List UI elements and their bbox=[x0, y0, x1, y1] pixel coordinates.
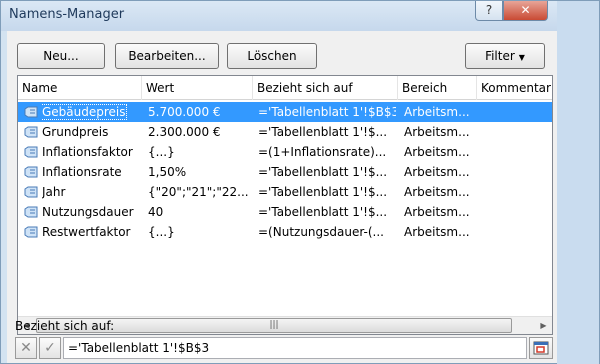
filter-label: Filter bbox=[485, 49, 515, 63]
cell-value: {...} bbox=[148, 145, 175, 159]
scroll-right-icon[interactable]: ▶ bbox=[535, 317, 552, 334]
name-tag-icon bbox=[24, 126, 38, 138]
edit-button[interactable]: Bearbeiten... bbox=[115, 43, 219, 69]
cell-name: Inflationsfaktor bbox=[42, 145, 133, 159]
list-header: Name Wert Bezieht sich auf Bereich Komme… bbox=[18, 76, 552, 100]
name-tag-icon bbox=[24, 206, 38, 218]
cell-name: Grundpreis bbox=[42, 125, 109, 139]
list-rows: Gebäudepreis 5.700.000 € ='Tabellenblatt 1… bbox=[18, 102, 552, 242]
column-header-scope[interactable]: Bereich bbox=[398, 76, 477, 100]
list-item[interactable]: Inflationsrate 1,50% ='Tabellenblatt 1'!$.… bbox=[18, 162, 552, 182]
list-item[interactable]: Nutzungsdauer 40 ='Tabellenblatt 1'!$... Ar… bbox=[18, 202, 552, 222]
cell-name: Nutzungsdauer bbox=[42, 205, 134, 219]
name-tag-icon bbox=[24, 106, 38, 118]
cell-scope: Arbeitsm... bbox=[404, 205, 470, 219]
window-frame-right bbox=[557, 1, 599, 364]
window-title: Namens-Manager bbox=[9, 7, 125, 22]
cell-scope: Arbeitsm... bbox=[404, 225, 470, 239]
chevron-down-icon: ▼ bbox=[518, 53, 525, 62]
filter-button[interactable]: Filter ▼ bbox=[465, 43, 545, 69]
refers-to-input[interactable]: ='Tabellenblatt 1'!$B$3 bbox=[63, 337, 527, 359]
cell-refers-to: ='Tabellenblatt 1'!$B$3 bbox=[258, 105, 396, 119]
cell-refers-to: ='Tabellenblatt 1'!$... bbox=[258, 205, 388, 219]
names-list[interactable]: Name Wert Bezieht sich auf Bereich Komme… bbox=[17, 75, 553, 335]
name-tag-icon bbox=[24, 226, 38, 238]
refers-to-label: Bezieht sich auf: bbox=[15, 319, 115, 333]
cell-refers-to: ='Tabellenblatt 1'!$... bbox=[258, 165, 388, 179]
cell-value: 1,50% bbox=[148, 165, 187, 179]
collapse-dialog-button[interactable] bbox=[529, 337, 553, 359]
cell-value: 2.300.000 € bbox=[148, 125, 221, 139]
cell-refers-to: =(1+Inflationsrate)... bbox=[258, 145, 387, 159]
list-item[interactable]: Restwertfaktor {...} =(Nutzungsdauer-(... A… bbox=[18, 222, 552, 242]
column-header-comment[interactable]: Kommentar bbox=[477, 76, 552, 100]
column-header-name[interactable]: Name bbox=[18, 76, 142, 100]
dialog-body: Neu... Bearbeiten... Löschen Filter ▼ Nam… bbox=[7, 31, 557, 363]
cell-name: Inflationsrate bbox=[42, 165, 122, 179]
cell-scope: Arbeitsm... bbox=[404, 145, 470, 159]
cell-value: 5.700.000 € bbox=[148, 105, 221, 119]
cell-scope: Arbeitsm... bbox=[404, 105, 470, 119]
cell-refers-to: ='Tabellenblatt 1'!$... bbox=[258, 185, 388, 199]
name-tag-icon bbox=[24, 166, 38, 178]
confirm-reference-button[interactable]: ✓ bbox=[39, 337, 61, 359]
cell-name: Restwertfaktor bbox=[42, 225, 131, 239]
list-item[interactable]: Inflationsfaktor {...} =(1+Inflationsrate)… bbox=[18, 142, 552, 162]
new-button[interactable]: Neu... bbox=[17, 43, 105, 69]
cell-value: 40 bbox=[148, 205, 164, 219]
name-tag-icon bbox=[24, 146, 38, 158]
title-bar[interactable]: Namens-Manager ? ✕ bbox=[1, 1, 599, 31]
cell-refers-to: ='Tabellenblatt 1'!$... bbox=[258, 125, 388, 139]
cell-name: Jahr bbox=[42, 185, 66, 199]
list-item[interactable]: Gebäudepreis 5.700.000 € ='Tabellenblatt 1… bbox=[18, 102, 552, 122]
cell-name: Gebäudepreis bbox=[42, 104, 127, 120]
cell-scope: Arbeitsm... bbox=[404, 185, 470, 199]
cancel-reference-button[interactable]: ✕ bbox=[15, 337, 37, 359]
list-item[interactable]: Grundpreis 2.300.000 € ='Tabellenblatt 1'!… bbox=[18, 122, 552, 142]
name-tag-icon bbox=[24, 186, 38, 198]
cell-refers-to: =(Nutzungsdauer-(... bbox=[258, 225, 384, 239]
range-select-icon bbox=[533, 341, 549, 355]
list-item[interactable]: Jahr {"20";"21";"22... ='Tabellenblatt 1'!… bbox=[18, 182, 552, 202]
cell-scope: Arbeitsm... bbox=[404, 165, 470, 179]
column-header-refers-to[interactable]: Bezieht sich auf bbox=[253, 76, 398, 100]
name-manager-window: Namens-Manager ? ✕ Neu... Bearbeiten... … bbox=[0, 0, 600, 364]
cell-value: {"20";"21";"22... bbox=[148, 185, 249, 199]
help-button[interactable]: ? bbox=[475, 1, 503, 21]
cell-value: {...} bbox=[148, 225, 175, 239]
column-header-value[interactable]: Wert bbox=[142, 76, 253, 100]
delete-button[interactable]: Löschen bbox=[227, 43, 317, 69]
close-button[interactable]: ✕ bbox=[503, 1, 548, 21]
cell-scope: Arbeitsm... bbox=[404, 125, 470, 139]
